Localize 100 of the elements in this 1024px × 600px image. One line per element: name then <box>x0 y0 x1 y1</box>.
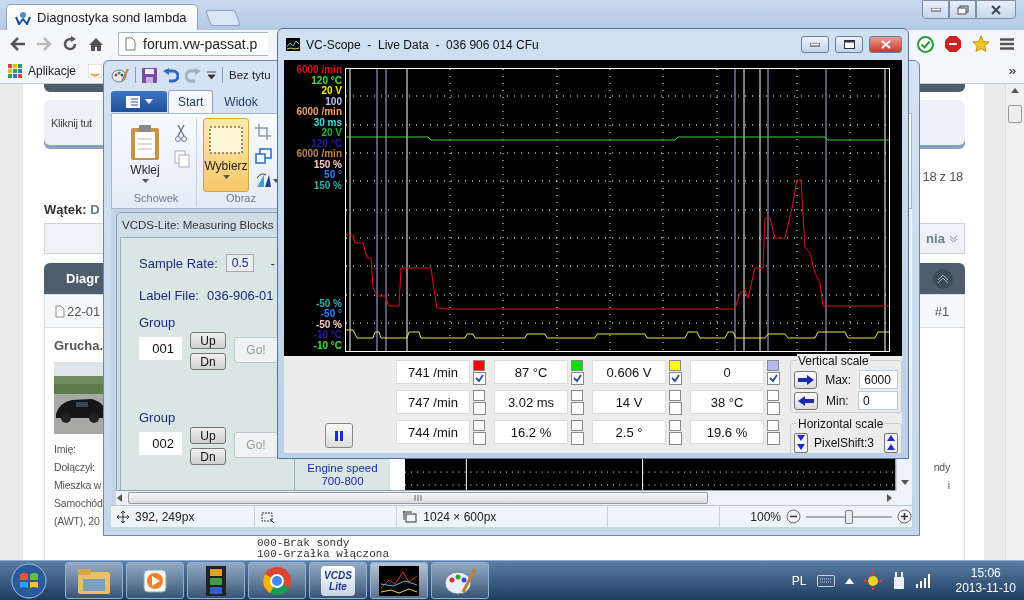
increase-button[interactable] <box>884 433 898 453</box>
crop-icon[interactable] <box>255 124 271 140</box>
undo-icon[interactable] <box>163 67 179 83</box>
scrollbar-thumb[interactable] <box>1008 105 1022 123</box>
post-title: Diagr <box>66 271 100 286</box>
checkbox[interactable] <box>767 372 780 385</box>
taskbar-button[interactable] <box>431 562 489 599</box>
bookmark-link[interactable]: Aplikacje <box>28 63 77 78</box>
checkbox[interactable] <box>669 372 682 385</box>
color-swatch <box>669 420 681 431</box>
thread-title[interactable]: D <box>90 202 100 217</box>
scale-up-button[interactable] <box>794 370 818 389</box>
taskbar-button[interactable] <box>187 562 245 599</box>
resize-icon[interactable] <box>255 148 272 164</box>
address-field[interactable]: forum.vw-passat.p <box>118 32 268 56</box>
checkbox[interactable] <box>473 432 486 445</box>
axis-label: 150 % <box>313 180 342 191</box>
home-icon[interactable] <box>88 36 104 52</box>
checkbox[interactable] <box>473 372 486 385</box>
scroll-up-icon[interactable] <box>1011 88 1019 93</box>
scroll-left-icon[interactable] <box>116 494 124 502</box>
taskbar-button[interactable]: VCDS Lite <box>309 562 367 599</box>
adblock-icon[interactable] <box>944 35 962 53</box>
scale-down-button[interactable] <box>794 391 818 410</box>
checkbox[interactable] <box>767 402 780 415</box>
group-number-field[interactable]: 001 <box>139 337 182 360</box>
checkbox[interactable] <box>767 432 780 445</box>
checkbox[interactable] <box>571 432 584 445</box>
minimize-button[interactable] <box>801 36 829 53</box>
save-icon[interactable] <box>142 67 157 83</box>
back-icon[interactable] <box>10 37 26 51</box>
paint-app-icon[interactable] <box>111 67 129 83</box>
window-title: VCDS-Lite: Measuring Blocks <box>121 218 275 233</box>
group-label: Group <box>139 315 176 330</box>
plug-icon[interactable] <box>891 571 906 590</box>
reload-icon[interactable] <box>62 36 78 52</box>
pause-button[interactable] <box>325 423 353 448</box>
language-indicator[interactable]: PL <box>791 573 807 588</box>
taskbar-button[interactable] <box>370 562 428 599</box>
maximize-button[interactable] <box>835 36 863 53</box>
scissors-icon[interactable] <box>174 124 188 142</box>
collapse-icon[interactable] <box>931 267 954 290</box>
color-swatch <box>473 420 485 431</box>
thread-tools-menu[interactable]: nia <box>920 223 965 254</box>
author-name[interactable]: Grucha. <box>54 338 104 353</box>
profile-field: Imię: <box>54 443 76 455</box>
bookmarks-more-button[interactable]: » <box>1008 63 1016 78</box>
check-icon[interactable] <box>917 35 934 53</box>
close-button[interactable] <box>976 0 1016 19</box>
app-menu-button[interactable] <box>111 91 167 112</box>
min-field[interactable]: 0 <box>858 391 898 410</box>
reading-value: 38 °C <box>690 390 764 414</box>
checkbox[interactable] <box>473 402 486 415</box>
minimize-button[interactable] <box>922 0 949 19</box>
checkbox[interactable] <box>571 372 584 385</box>
scroll-down-icon[interactable] <box>900 480 909 485</box>
sample-rate-field[interactable]: 0.5 <box>225 254 255 272</box>
group-number-field[interactable]: 002 <box>139 432 182 455</box>
check-mark-icon <box>671 374 680 383</box>
up-button[interactable]: Up <box>190 332 226 349</box>
down-button[interactable]: Dn <box>190 448 226 465</box>
group-title: Vertical scale <box>797 354 870 368</box>
sun-icon[interactable] <box>863 571 882 590</box>
scrollbar-thumb[interactable] <box>128 492 708 504</box>
arrow-right-icon <box>797 374 814 385</box>
show-hidden-icon[interactable] <box>844 577 854 584</box>
zoom-out-icon[interactable] <box>786 509 801 524</box>
page-icon <box>125 37 136 51</box>
pause-icon <box>335 430 343 441</box>
scroll-right-icon[interactable] <box>885 494 893 502</box>
dropdown-icon[interactable] <box>207 71 216 79</box>
select-button[interactable]: Wybierz <box>203 118 249 192</box>
apps-icon[interactable] <box>8 63 22 78</box>
menu-icon[interactable] <box>1000 38 1014 50</box>
checkbox[interactable] <box>669 402 682 415</box>
max-field[interactable]: 6000 <box>859 370 898 389</box>
clock[interactable]: 15:06 2013-11-10 <box>955 565 1016 596</box>
reading-value: 87 °C <box>494 360 568 384</box>
ribbon-tab[interactable]: Start <box>168 90 214 113</box>
up-button[interactable]: Up <box>190 427 226 444</box>
zoom-in-icon[interactable] <box>897 509 912 524</box>
decrease-button[interactable] <box>794 433 808 453</box>
star-icon[interactable] <box>972 35 990 53</box>
down-button[interactable]: Dn <box>190 353 226 370</box>
restore-button[interactable] <box>949 0 976 19</box>
ribbon-tab[interactable]: Widok <box>214 90 268 113</box>
axis-label: -50 % <box>315 298 342 309</box>
close-button[interactable] <box>869 36 902 53</box>
paste-button[interactable]: Wklej <box>122 118 168 192</box>
post-number[interactable]: #1 <box>934 303 950 319</box>
rotate-icon[interactable] <box>255 172 279 188</box>
axis-label: 100 <box>325 96 342 107</box>
browser-tab[interactable]: Diagnostyka sond lambda <box>6 4 198 30</box>
keyboard-icon[interactable] <box>816 574 835 587</box>
taskbar-button[interactable] <box>126 562 184 599</box>
zoom-slider[interactable] <box>806 509 892 524</box>
taskbar-button[interactable] <box>248 562 306 599</box>
checkbox[interactable] <box>571 402 584 415</box>
signal-icon[interactable] <box>915 573 932 588</box>
checkbox[interactable] <box>669 432 682 445</box>
